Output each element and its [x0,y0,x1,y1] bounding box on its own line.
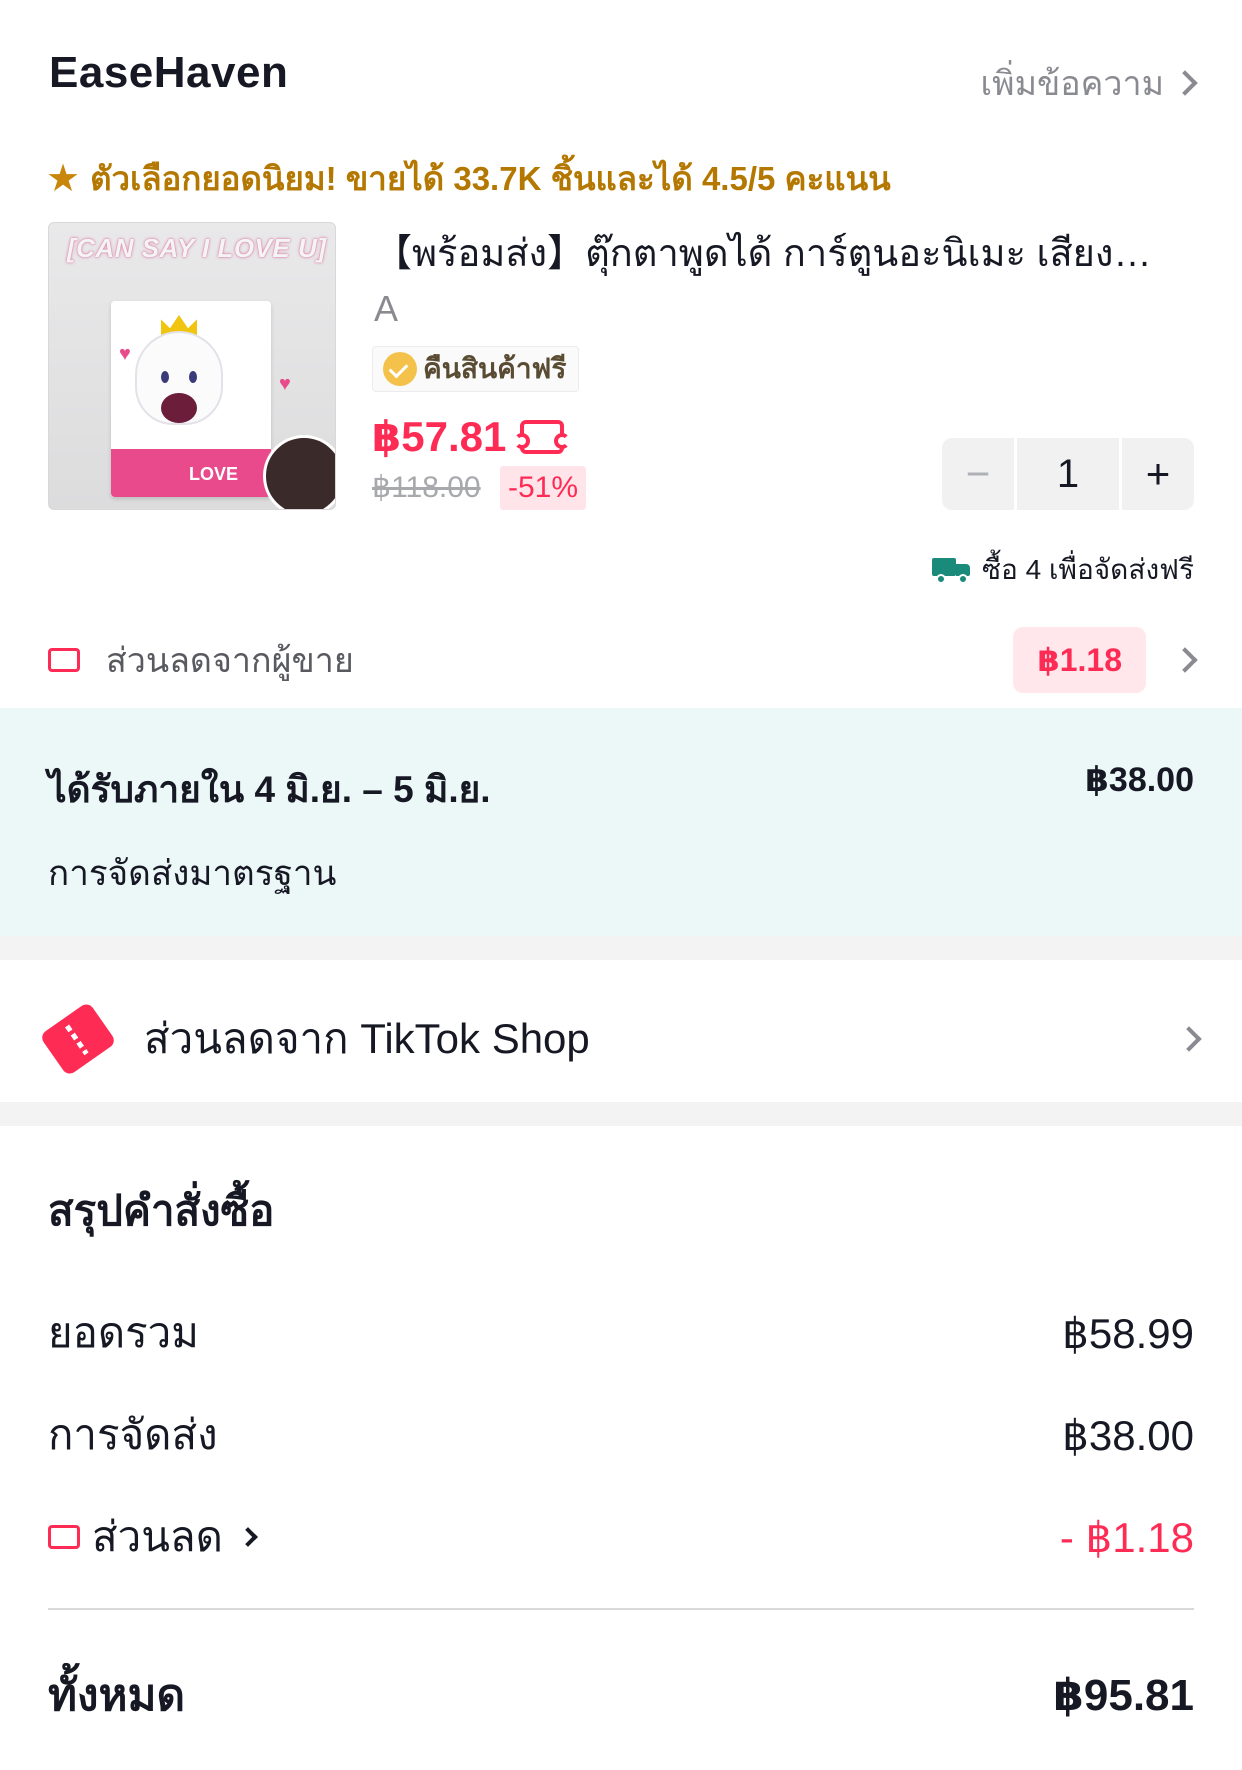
heart-icon: ♥ [119,343,131,365]
quantity-stepper[interactable]: − 1 + [942,438,1194,510]
section-divider [0,1102,1242,1126]
product-thumbnail[interactable]: [CAN SAY I LOVE U] LOVE ♥ ♥ [48,222,336,510]
tiktok-coupon-icon [39,1001,117,1077]
product-title[interactable]: 【พร้อมส่ง】ตุ๊กตาพูดได้ การ์ตูนอะนิเมะ เส… [374,222,1194,283]
coupon-icon [48,1525,80,1549]
star-icon: ★ [46,157,81,200]
subtotal-value: ฿58.99 [1062,1309,1194,1357]
shipping-label: การจัดส่ง [48,1411,218,1458]
plus-icon[interactable]: + [1122,438,1194,510]
delivery-fee: ฿38.00 [1085,761,1194,799]
tiktok-discount-label: ส่วนลดจาก TikTok Shop [144,1015,590,1062]
product-variant[interactable]: A [374,288,398,330]
chevron-right-icon [1172,647,1198,673]
free-return-badge: คืนสินค้าฟรี [372,346,580,392]
free-shipping-text: ซื้อ 4 เพื่อจัดส่งฟรี [981,554,1194,585]
chevron-right-icon [238,1527,258,1547]
heart-icon: ♥ [279,373,291,395]
free-shipping-hint: ซื้อ 4 เพื่อจัดส่งฟรี [931,548,1194,592]
seller-discount-row[interactable]: ส่วนลดจากผู้ขาย ฿1.18 [48,620,1198,700]
store-name[interactable]: EaseHaven [49,48,288,98]
discount-value: - ฿1.18 [1059,1513,1194,1561]
return-check-icon [383,352,417,386]
free-return-label: คืนสินค้าฟรี [423,353,567,384]
popular-text: ตัวเลือกยอดนิยม! ขายได้ 33.7K ชิ้นและได้… [90,160,891,197]
delivery-section[interactable]: ได้รับภายใน 4 มิ.ย. – 5 มิ.ย. ฿38.00 การ… [0,708,1242,936]
discount-row[interactable]: ส่วนลด - ฿1.18 [48,1504,1194,1570]
discount-label: ส่วนลด [92,1513,223,1560]
delivery-date: ได้รับภายใน 4 มิ.ย. – 5 มิ.ย. [48,769,491,810]
tiktok-discount-row[interactable]: ส่วนลดจาก TikTok Shop [39,994,1202,1084]
discount-toggle[interactable]: ส่วนลด [48,1504,258,1570]
add-message-label: เพิ่มข้อความ [980,65,1164,103]
total-row: ทั้งหมด ฿95.81 [48,1660,1194,1730]
coupon-icon [48,648,80,672]
minus-icon[interactable]: − [942,438,1014,510]
subtotal-row: ยอดรวม ฿58.99 [48,1300,1194,1366]
quantity-value[interactable]: 1 [1014,438,1122,510]
truck-icon [931,556,972,584]
seller-discount-value: ฿1.18 [1013,627,1146,693]
order-summary-title: สรุปคำสั่งซื้อ [48,1187,275,1234]
seller-discount-label: ส่วนลดจากผู้ขาย [106,642,354,680]
total-label: ทั้งหมด [48,1671,186,1720]
shipping-row: การจัดส่ง ฿38.00 [48,1402,1194,1468]
product-price: ฿57.81 [372,412,571,461]
total-value: ฿95.81 [1053,1670,1194,1720]
shipping-value: ฿38.00 [1062,1411,1194,1459]
popular-choice-banner: ★ ตัวเลือกยอดนิยม! ขายได้ 33.7K ชิ้นและไ… [46,152,891,205]
thumbnail-banner-text: [CAN SAY I LOVE U] [67,233,327,263]
chevron-right-icon [1172,70,1198,96]
coupon-icon [514,419,571,454]
add-message-button[interactable]: เพิ่มข้อความ [980,56,1198,110]
subtotal-label: ยอดรวม [48,1309,199,1356]
current-price: ฿57.81 [372,413,507,460]
delivery-method: การจัดส่งมาตรฐาน [48,854,337,893]
discount-badge: -51% [500,466,587,510]
box-love-text: LOVE [189,464,239,484]
section-divider [0,936,1242,960]
summary-divider [48,1608,1194,1610]
original-price: ฿118.00 [372,471,481,504]
chevron-right-icon [1176,1026,1202,1052]
mini-doll-inset [263,435,335,509]
